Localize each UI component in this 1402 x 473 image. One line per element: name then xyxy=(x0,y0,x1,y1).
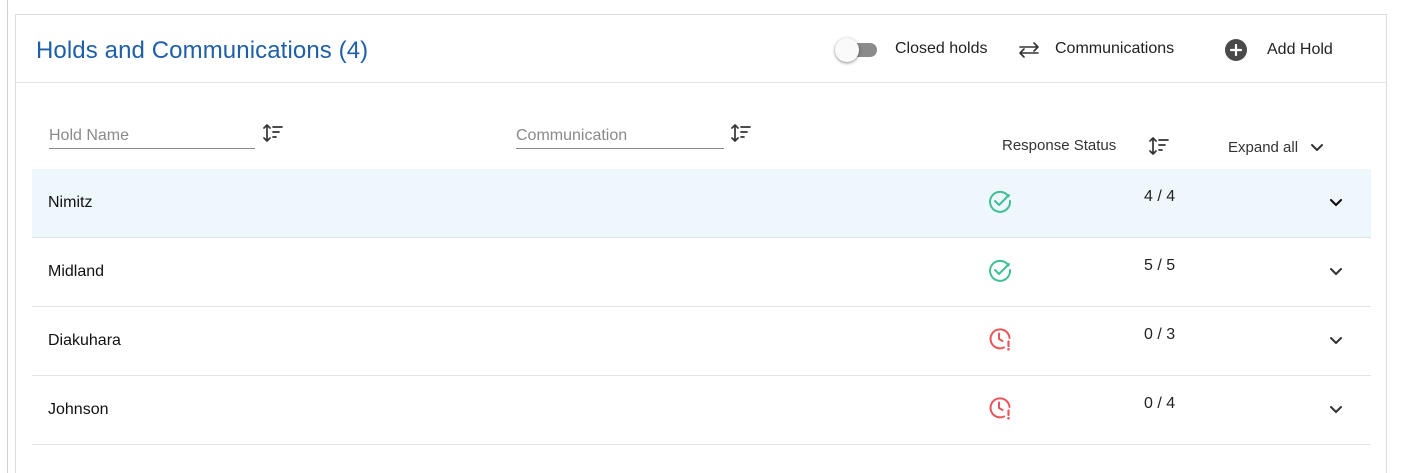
page-title: Holds and Communications (4) xyxy=(36,37,369,64)
sort-response-status-icon[interactable] xyxy=(1148,135,1170,157)
outer-frame-line xyxy=(7,0,8,473)
hold-name: Nimitz xyxy=(48,194,93,211)
response-count: 5 / 5 xyxy=(1144,257,1176,274)
swap-arrows-icon[interactable] xyxy=(1016,41,1042,59)
hold-name: Diakuhara xyxy=(48,332,121,349)
chevron-down-icon[interactable] xyxy=(1328,333,1344,349)
sort-hold-name-icon[interactable] xyxy=(262,122,284,144)
chevron-down-icon[interactable] xyxy=(1328,264,1344,280)
expand-all-label: Expand all xyxy=(1228,139,1299,156)
chevron-down-icon[interactable] xyxy=(1328,402,1344,418)
hold-row[interactable]: Diakuhara 0 / 3 xyxy=(32,307,1371,376)
card-header: Holds and Communications (4) Closed hold… xyxy=(16,15,1386,83)
plus-circle-icon xyxy=(1225,39,1247,61)
hold-name: Midland xyxy=(48,263,105,280)
response-count: 0 / 4 xyxy=(1144,395,1176,412)
sort-communication-icon[interactable] xyxy=(730,122,752,144)
communications-link[interactable]: Communications xyxy=(1055,40,1174,58)
response-count: 4 / 4 xyxy=(1144,188,1176,205)
clock-alert-icon xyxy=(989,328,1011,351)
communication-field xyxy=(516,123,724,149)
chevron-down-icon xyxy=(1311,143,1324,151)
expand-all-button[interactable]: Expand all xyxy=(1228,139,1324,156)
holds-list: Nimitz 4 / 4 Midland 5 / 5 Diakuhara 0 /… xyxy=(32,169,1371,445)
chevron-down-icon[interactable] xyxy=(1328,195,1344,211)
add-hold-label: Add Hold xyxy=(1267,41,1333,58)
check-circle-icon xyxy=(989,190,1012,213)
hold-row[interactable]: Nimitz 4 / 4 xyxy=(32,169,1371,238)
clock-alert-icon xyxy=(989,397,1011,420)
hold-name: Johnson xyxy=(48,401,109,418)
closed-holds-toggle[interactable] xyxy=(835,38,877,62)
response-count: 0 / 3 xyxy=(1144,326,1176,343)
hold-row[interactable]: Johnson 0 / 4 xyxy=(32,376,1371,445)
toggle-knob xyxy=(835,38,859,62)
hold-row[interactable]: Midland 5 / 5 xyxy=(32,238,1371,307)
holds-card: Holds and Communications (4) Closed hold… xyxy=(15,14,1387,473)
hold-name-field xyxy=(49,123,255,149)
check-circle-icon xyxy=(989,259,1012,282)
response-status-label: Response Status xyxy=(1002,137,1117,154)
communication-input[interactable] xyxy=(516,123,724,148)
hold-name-input[interactable] xyxy=(49,123,255,148)
closed-holds-label: Closed holds xyxy=(895,40,988,57)
add-hold-button[interactable]: Add Hold xyxy=(1225,37,1333,63)
